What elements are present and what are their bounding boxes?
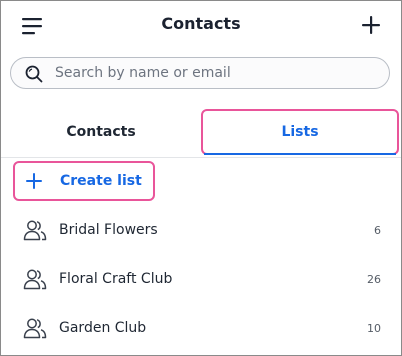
people-icon <box>23 318 47 339</box>
list-count: 6 <box>374 224 381 237</box>
add-contact-button[interactable] <box>359 13 383 37</box>
people-icon <box>23 220 47 241</box>
list-name: Floral Craft Club <box>59 271 173 287</box>
page-title: Contacts <box>161 14 241 33</box>
lists-list: Bridal Flowers 6 Floral Craft Club 26 Ga… <box>1 206 401 353</box>
tab-bar: Contacts Lists <box>1 107 401 158</box>
top-bar: Contacts <box>1 1 401 51</box>
list-count: 26 <box>367 273 381 286</box>
tab-lists[interactable]: Lists <box>201 109 399 155</box>
search-input[interactable] <box>55 62 375 84</box>
app-frame: Contacts Contacts Lists Create list <box>0 0 402 356</box>
plus-icon <box>26 173 42 189</box>
search-bar[interactable] <box>10 57 390 89</box>
list-name: Bridal Flowers <box>59 222 158 238</box>
plus-icon <box>362 16 380 34</box>
list-item[interactable]: Bridal Flowers 6 <box>1 206 401 255</box>
tab-contacts[interactable]: Contacts <box>1 107 201 157</box>
divider <box>1 157 401 158</box>
list-item[interactable]: Floral Craft Club 26 <box>1 255 401 304</box>
list-item[interactable]: Garden Club 10 <box>1 304 401 353</box>
create-list-label: Create list <box>60 173 142 189</box>
search-icon <box>25 65 43 83</box>
list-name: Garden Club <box>59 320 147 336</box>
create-list-button[interactable]: Create list <box>13 161 155 201</box>
people-icon <box>23 269 47 290</box>
list-count: 10 <box>367 322 381 335</box>
active-tab-indicator <box>204 153 396 155</box>
